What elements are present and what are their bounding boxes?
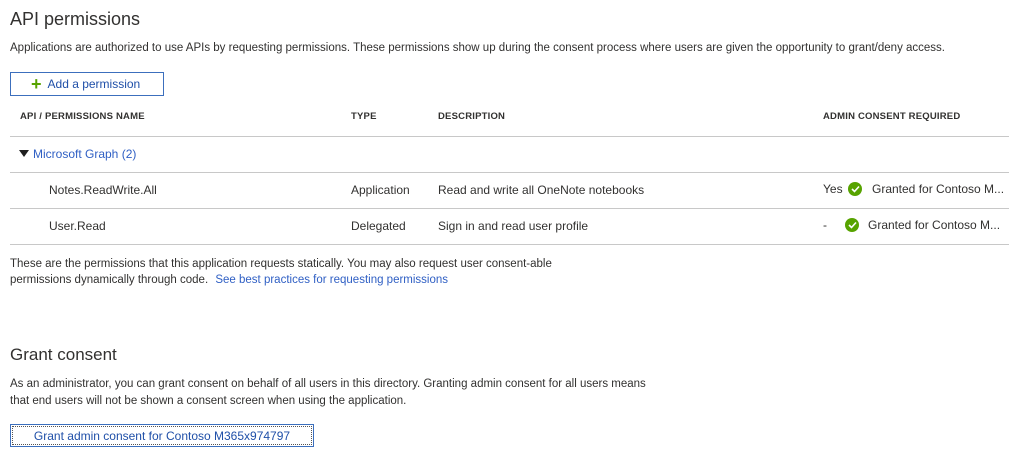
caret-down-icon (19, 150, 29, 157)
permission-type: Application (351, 183, 410, 197)
footnote-line2: permissions dynamically through code. Se… (10, 274, 448, 286)
group-label[interactable]: Microsoft Graph (2) (33, 147, 136, 161)
grant-consent-line1: As an administrator, you can grant conse… (10, 378, 646, 390)
permission-type: Delegated (351, 219, 406, 233)
footnote-text: permissions dynamically through code. (10, 274, 209, 286)
consent-status-text: Granted for Contoso M... (868, 218, 1001, 232)
column-header-type: TYPE (351, 111, 377, 122)
add-permission-button[interactable]: + Add a permission (10, 72, 164, 96)
admin-required: Yes (823, 182, 843, 196)
group-row-microsoft-graph[interactable]: Microsoft Graph (2) (19, 147, 136, 161)
best-practices-link[interactable]: See best practices for requesting permis… (215, 274, 448, 286)
page-description: Applications are authorized to use APIs … (10, 42, 945, 54)
footnote-line1: These are the permissions that this appl… (10, 258, 552, 270)
row-divider (10, 208, 1009, 209)
grant-admin-consent-button[interactable]: Grant admin consent for Contoso M365x974… (10, 424, 314, 447)
admin-required: - (823, 218, 827, 232)
consent-status-text: Granted for Contoso M... (872, 182, 1005, 196)
permission-link-notes[interactable]: Notes.ReadWrite.All (49, 183, 157, 197)
header-divider (10, 136, 1009, 137)
permission-description: Read and write all OneNote notebooks (438, 183, 645, 197)
row-divider (10, 172, 1009, 173)
permission-description: Sign in and read user profile (438, 219, 589, 233)
plus-icon: + (31, 74, 42, 94)
column-header-admin-consent: ADMIN CONSENT REQUIRED (823, 111, 961, 122)
column-header-name: API / PERMISSIONS NAME (20, 111, 145, 122)
column-header-description: DESCRIPTION (438, 111, 506, 122)
permission-link-user-read[interactable]: User.Read (49, 219, 106, 233)
page-title: API permissions (10, 9, 141, 29)
consent-status: - Granted for Contoso M... (823, 218, 1009, 232)
table-bottom-divider (10, 244, 1009, 245)
add-permission-label: Add a permission (47, 77, 141, 91)
consent-status: Yes Granted for Contoso M... (823, 182, 1009, 196)
grant-consent-line2: that end users will not be shown a conse… (10, 395, 407, 407)
checkmark-icon (848, 182, 862, 196)
checkmark-icon (845, 218, 859, 232)
grant-consent-title: Grant consent (10, 345, 117, 364)
